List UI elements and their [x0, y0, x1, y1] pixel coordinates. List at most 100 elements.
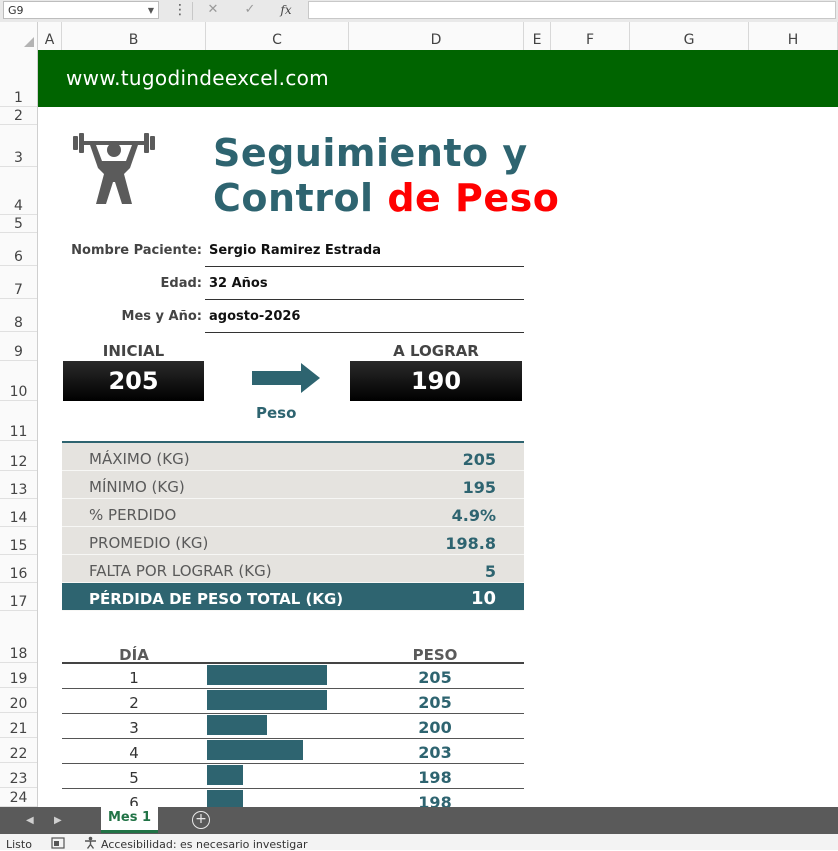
column-header-e[interactable]: E: [524, 22, 551, 50]
weight-cell[interactable]: 198: [380, 768, 490, 787]
row-number: 4: [14, 198, 23, 214]
day-cell: 1: [129, 669, 139, 687]
column-header-b[interactable]: B: [62, 22, 206, 50]
separator: [192, 2, 193, 20]
row-header[interactable]: 22: [0, 738, 37, 763]
row-divider: [62, 713, 524, 714]
row-header[interactable]: 8: [0, 299, 37, 332]
weight-cell[interactable]: 205: [380, 693, 490, 712]
title-control-text: Control: [213, 176, 388, 220]
row-header[interactable]: 6: [0, 233, 37, 266]
row-header[interactable]: 21: [0, 713, 37, 738]
row-number: 16: [9, 566, 28, 582]
target-weight-label: A LOGRAR: [393, 342, 479, 360]
month-year-value[interactable]: agosto-2026: [209, 309, 300, 324]
stat-row-max: MÁXIMO (KG) 205: [62, 443, 524, 471]
arrow-label: Peso: [256, 404, 297, 422]
more-options-icon[interactable]: ⋮: [170, 0, 190, 20]
row-header[interactable]: 24: [0, 788, 37, 807]
weight-cell[interactable]: 200: [380, 718, 490, 737]
row-header[interactable]: 9: [0, 332, 37, 361]
scroll-left-icon[interactable]: ◀: [26, 807, 34, 834]
accessibility-status-text[interactable]: Accesibilidad: es necesario investigar: [101, 838, 308, 851]
row-header[interactable]: 12: [0, 441, 37, 471]
macro-record-icon[interactable]: [51, 837, 65, 849]
title-line-2: Control de Peso: [213, 176, 559, 220]
row-number: 19: [9, 671, 28, 687]
patient-name-value[interactable]: Sergio Ramirez Estrada: [209, 243, 381, 258]
weight-data-bar: [207, 690, 327, 710]
chevron-down-icon[interactable]: ▼: [148, 2, 154, 20]
stat-row-average: PROMEDIO (KG) 198.8: [62, 527, 524, 555]
title-de-peso-text: de Peso: [387, 176, 560, 220]
row-header[interactable]: 14: [0, 499, 37, 527]
row-number: 7: [14, 282, 23, 298]
weight-data-bar: [207, 765, 243, 785]
day-cell: 2: [129, 694, 139, 712]
row-header[interactable]: 1: [0, 50, 37, 107]
row-header[interactable]: 20: [0, 688, 37, 713]
patient-name-label: Nombre Paciente:: [71, 243, 202, 258]
row-header[interactable]: 13: [0, 471, 37, 499]
column-header-a[interactable]: A: [38, 22, 62, 50]
formula-input[interactable]: [308, 1, 836, 19]
row-number: 9: [14, 344, 23, 360]
stat-label: FALTA POR LOGRAR (KG): [89, 562, 272, 580]
initial-weight-label: INICIAL: [102, 342, 165, 360]
weightlifter-icon: [73, 133, 155, 204]
stat-value: 195: [462, 478, 496, 497]
row-header[interactable]: 11: [0, 401, 37, 441]
scroll-right-icon[interactable]: ▶: [54, 807, 62, 834]
row-number: 18: [9, 646, 28, 662]
accessibility-icon[interactable]: [84, 836, 97, 849]
add-sheet-icon[interactable]: +: [192, 811, 210, 829]
column-header-h[interactable]: H: [749, 22, 838, 50]
select-all-button[interactable]: [0, 22, 38, 50]
target-weight-value[interactable]: 190: [350, 361, 522, 401]
sheet-tab-mes-1[interactable]: Mes 1: [101, 806, 158, 833]
stat-value: 4.9%: [451, 506, 496, 525]
row-divider: [62, 788, 524, 789]
month-year-label: Mes y Año:: [121, 309, 202, 324]
row-number: 10: [9, 384, 28, 400]
name-box[interactable]: G9 ▼: [3, 1, 159, 19]
row-number: 22: [9, 746, 28, 762]
row-header[interactable]: 10: [0, 361, 37, 401]
row-number: 14: [9, 510, 28, 526]
weight-data-bar: [207, 665, 327, 685]
row-header[interactable]: 2: [0, 107, 37, 125]
initial-weight-value[interactable]: 205: [63, 361, 204, 401]
underline: [205, 299, 524, 300]
row-header[interactable]: 23: [0, 763, 37, 788]
insert-function-button[interactable]: fx: [276, 0, 296, 20]
column-header-g[interactable]: G: [630, 22, 749, 50]
row-header[interactable]: 3: [0, 125, 37, 167]
age-value[interactable]: 32 Años: [209, 276, 268, 291]
row-number: 1: [14, 90, 23, 106]
row-header[interactable]: 7: [0, 266, 37, 299]
row-divider: [62, 688, 524, 689]
row-number: 12: [9, 454, 28, 470]
row-number: 23: [9, 771, 28, 787]
row-header[interactable]: 5: [0, 215, 37, 233]
enter-icon[interactable]: ✓: [240, 0, 260, 20]
stat-label: % PERDIDO: [89, 506, 177, 524]
row-header[interactable]: 15: [0, 527, 37, 555]
row-header[interactable]: 17: [0, 583, 37, 611]
header-underline: [62, 662, 524, 664]
cancel-icon[interactable]: ✕: [203, 0, 223, 20]
weight-cell[interactable]: 203: [380, 743, 490, 762]
row-header[interactable]: 16: [0, 555, 37, 583]
row-number: 5: [14, 216, 23, 232]
stat-label: PROMEDIO (KG): [89, 534, 209, 552]
row-header[interactable]: 4: [0, 167, 37, 215]
row-header[interactable]: 19: [0, 663, 37, 688]
column-header-c[interactable]: C: [206, 22, 349, 50]
day-cell: 3: [129, 719, 139, 737]
weight-cell[interactable]: 205: [380, 668, 490, 687]
row-number: 20: [9, 696, 28, 712]
column-header-d[interactable]: D: [349, 22, 524, 50]
column-header-f[interactable]: F: [551, 22, 630, 50]
website-text: www.tugodindeexcel.com: [66, 66, 329, 90]
row-header[interactable]: 18: [0, 611, 37, 663]
